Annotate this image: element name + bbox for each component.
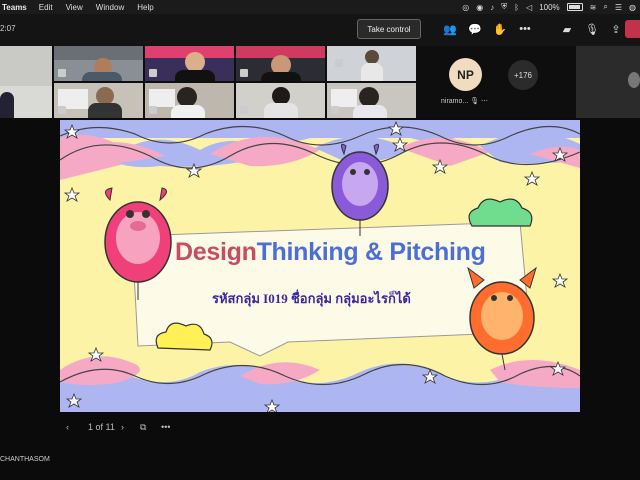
more-participants-button[interactable]: +176 [508,60,538,90]
slide-title: DesignThinking & Pitching [175,238,486,267]
next-slide-icon[interactable]: › [121,422,124,432]
mic-off-icon: 🎙 [470,98,480,105]
chat-icon[interactable]: 💬 [468,22,482,36]
menu-edit[interactable]: Edit [39,3,53,12]
title-thinking: Thinking & Pitching [256,238,486,266]
meeting-toolbar: 2:07 Take control 👥 💬 ✋ ••• ▰ 🎙 ⇪ [0,14,640,46]
sound-icon[interactable]: ◁ [526,3,532,12]
participant-name: niramo... 🎙 ⋯ [441,98,489,105]
menu-bar: Teams Edit View Window Help ◎ ◉ ♪ ⛨ ᛒ ◁ … [0,0,640,14]
page-indicator: 1 of 11 [88,422,115,432]
siri-icon[interactable]: ◍ [629,3,636,12]
mic-off-icon[interactable]: 🎙 [585,22,599,36]
video-tile[interactable] [236,83,325,118]
status-area: ◎ ◉ ♪ ⛨ ᛒ ◁ 100% ≋ ⌕ ☰ ◍ [462,0,636,14]
meeting-timer: 2:07 [0,24,16,33]
take-control-button[interactable]: Take control [357,19,421,39]
menu-help[interactable]: Help [137,3,153,12]
video-tile[interactable] [327,83,416,118]
video-strip [0,46,640,118]
bluetooth-icon[interactable]: ᛒ [514,3,519,12]
battery-icon[interactable] [566,3,583,11]
mic-icon [240,69,248,77]
video-tile[interactable] [0,46,52,118]
camera-off-icon[interactable]: ▰ [560,22,574,36]
eye-icon[interactable]: ◉ [476,3,483,12]
video-tile[interactable] [54,46,143,81]
more-options-icon[interactable]: ⋯ [481,98,488,105]
reactions-icon[interactable]: ✋ [493,22,507,36]
prev-slide-icon[interactable]: ‹ [66,422,69,432]
shield-icon[interactable]: ⛨ [501,2,507,12]
control-center-icon[interactable]: ☰ [615,3,622,12]
creative-cloud-icon[interactable]: ◎ [462,3,469,12]
video-tile[interactable] [236,46,325,81]
battery-percent: 100% [539,2,560,12]
video-tile[interactable] [145,83,234,118]
mic-icon [240,106,248,114]
presenter-name: CHANTHASOM [0,456,50,463]
mic-icon [58,106,66,114]
more-options-icon[interactable]: ••• [161,422,170,432]
people-icon[interactable]: 👥 [443,22,457,36]
mic-icon [149,106,157,114]
leave-button[interactable] [625,20,640,38]
mic-icon [335,59,343,67]
music-icon[interactable]: ♪ [490,3,494,12]
app-menu[interactable]: Teams [2,3,27,12]
menu-window[interactable]: Window [96,3,124,12]
participant-avatar[interactable]: NP [449,58,482,91]
shared-slide: DesignThinking & Pitching รหัสกลุ่ม I019… [60,120,580,412]
wifi-icon[interactable]: ≋ [590,3,597,12]
mic-icon [58,69,66,77]
grid-view-icon[interactable]: ⧉ [140,422,146,433]
slide-subtitle: รหัสกลุ่ม I019 ชื่อกลุ่ม กลุ่มอะไรก็ได้ [212,291,411,306]
mic-icon [149,69,157,77]
video-tile[interactable] [145,46,234,81]
video-tile[interactable] [54,83,143,118]
video-tile[interactable] [327,46,416,81]
title-design: Design [175,238,257,266]
cat-balloon [467,266,537,371]
mic-icon [331,106,339,114]
menu-view[interactable]: View [66,3,83,12]
share-icon[interactable]: ⇪ [609,22,623,36]
search-icon[interactable]: ⌕ [603,2,607,12]
self-video-tile[interactable] [576,46,640,118]
more-actions-icon[interactable]: ••• [518,22,532,36]
